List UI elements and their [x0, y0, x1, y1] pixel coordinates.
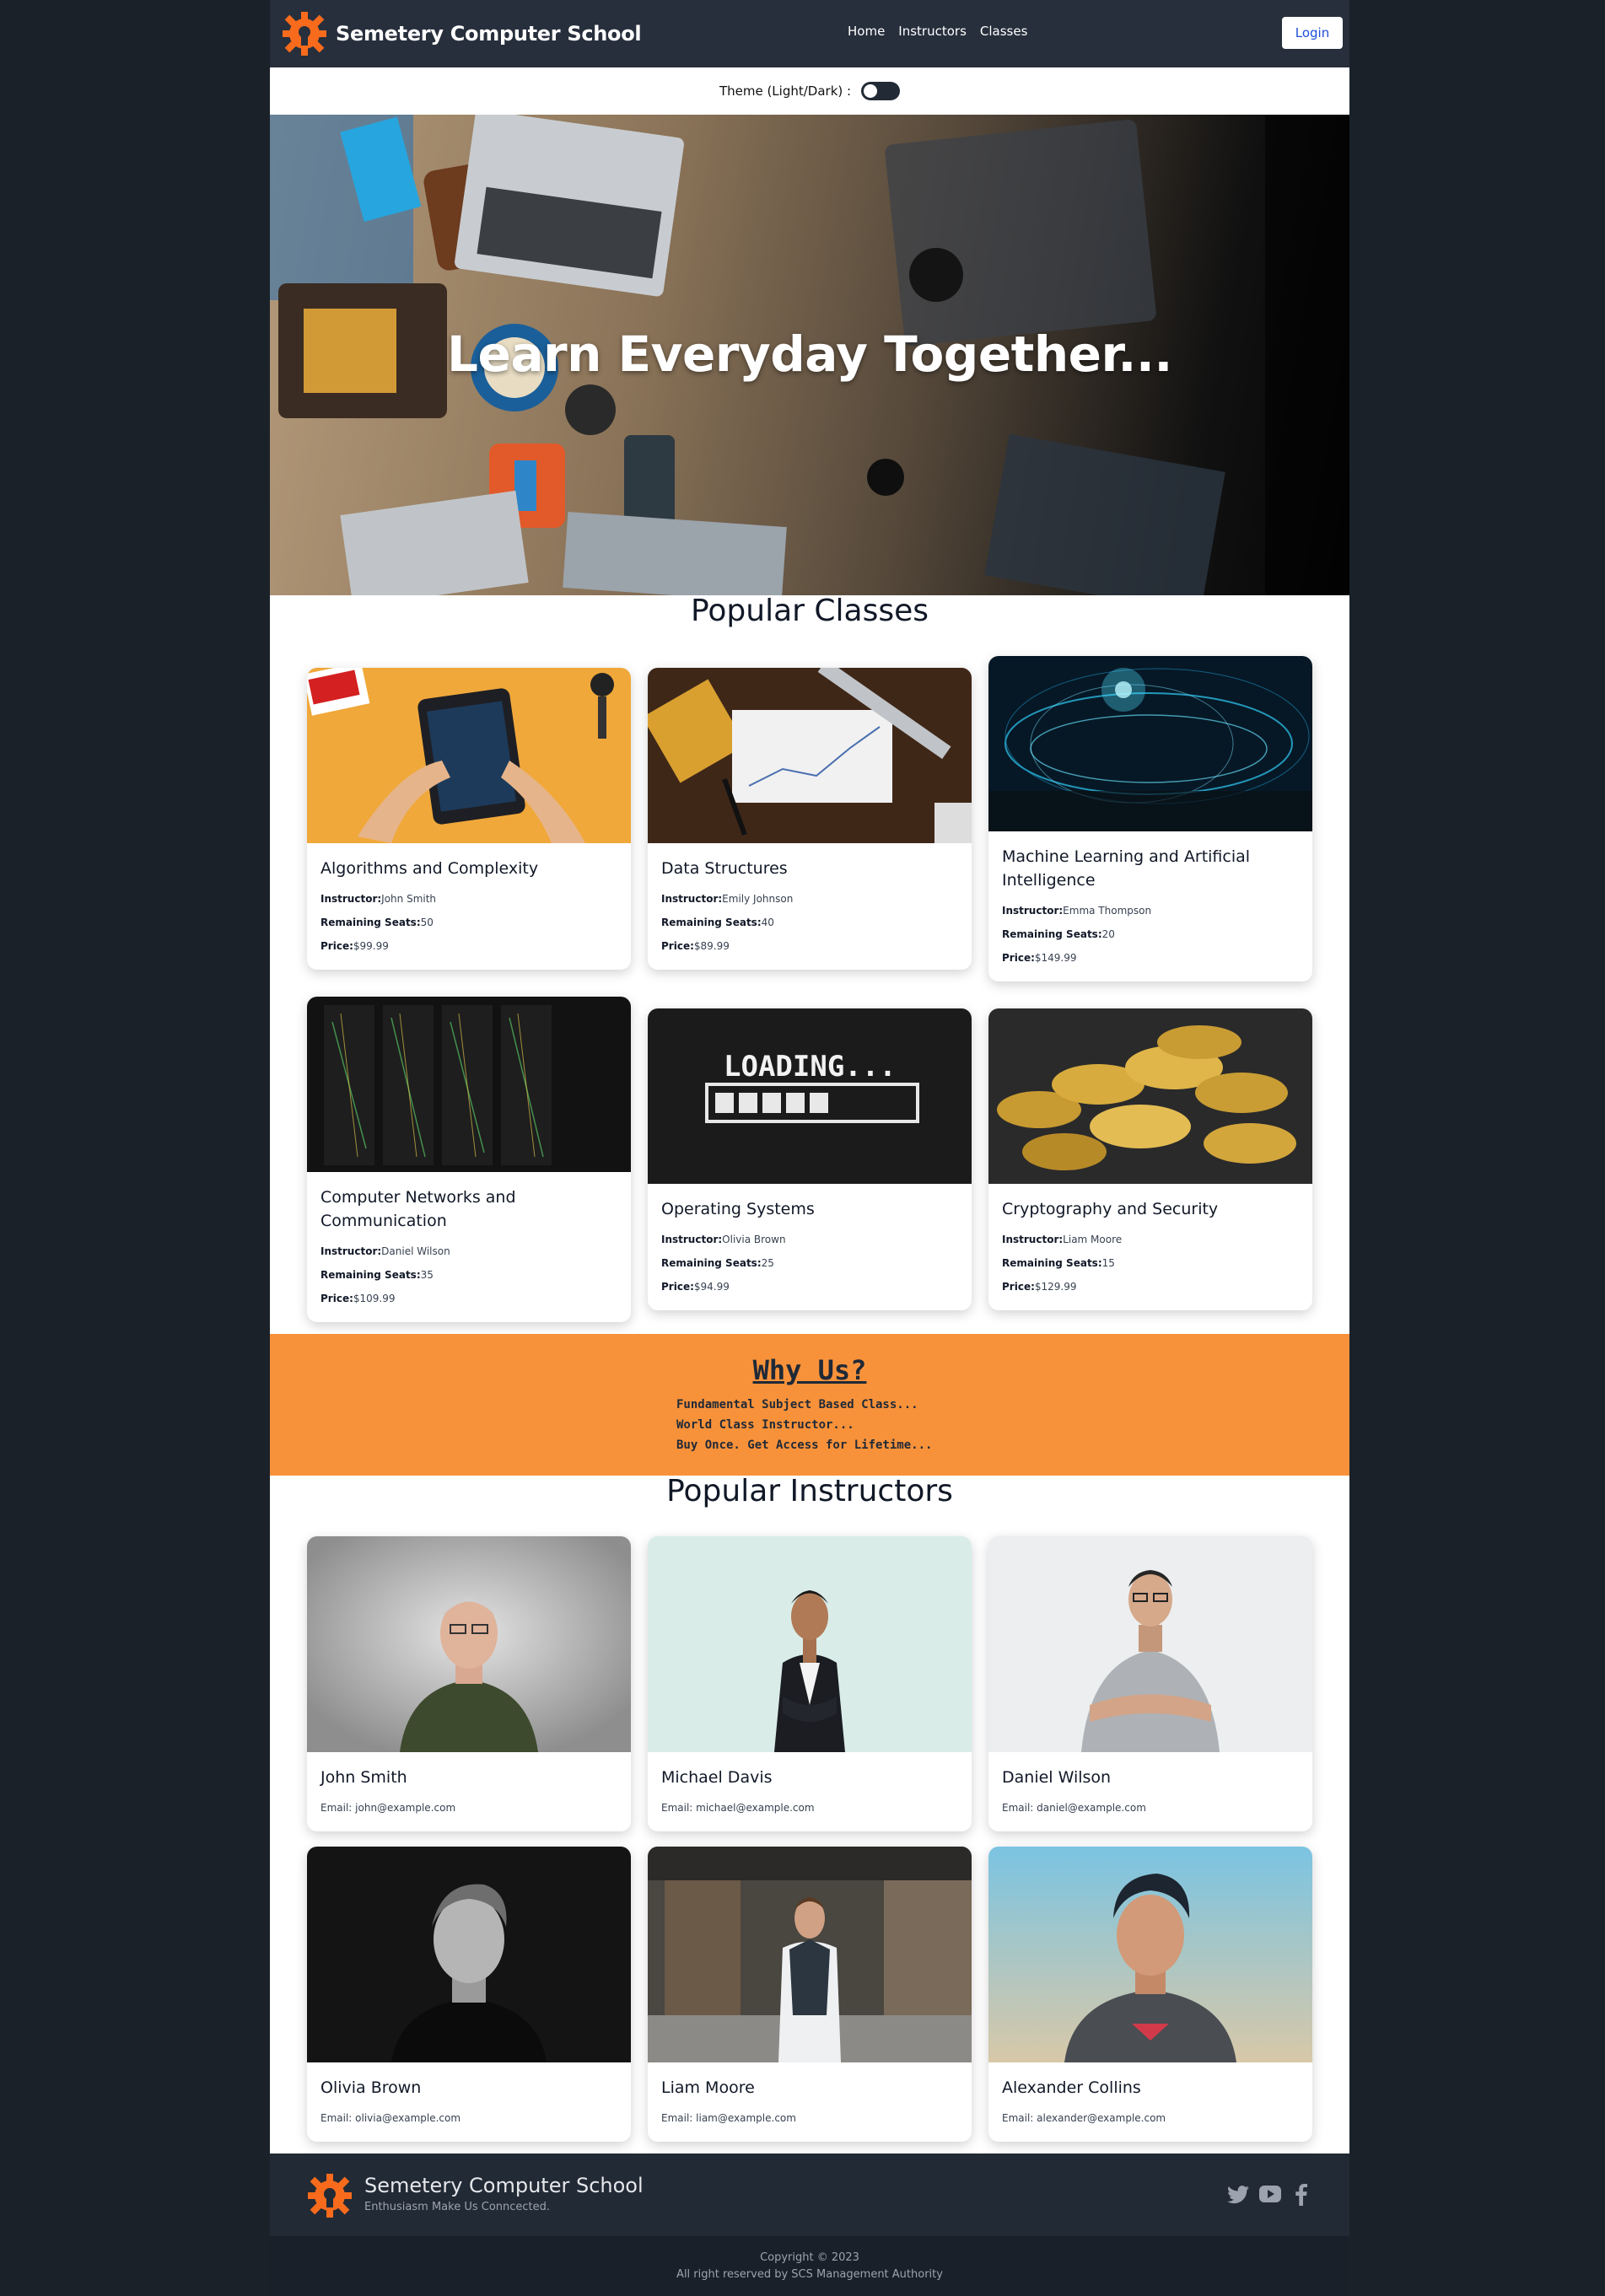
class-price: Price:$129.99 — [1002, 1281, 1077, 1293]
class-title: Computer Networks and Communication — [320, 1188, 516, 1230]
hero-title: Learn Everyday Together... — [447, 325, 1172, 383]
class-image — [307, 668, 631, 843]
class-instructor: Instructor:Liam Moore — [1002, 1234, 1123, 1245]
class-title: Data Structures — [661, 859, 788, 878]
footer-brand-name: Semetery Computer School — [364, 2174, 644, 2197]
class-seats: Remaining Seats:15 — [1002, 1257, 1115, 1269]
instructor-email: Email: john@example.com — [320, 1802, 456, 1814]
why-us-point: Buy Once. Get Access for Lifetime... — [676, 1438, 933, 1452]
class-price: Price:$89.99 — [661, 940, 730, 952]
class-price: Price:$109.99 — [320, 1293, 396, 1304]
why-us-point: Fundamental Subject Based Class... — [676, 1398, 918, 1411]
instructor-card[interactable]: Olivia Brown Email: olivia@example.com — [307, 1847, 631, 2142]
instructor-email: Email: alexander@example.com — [1002, 2112, 1166, 2124]
popular-classes-title: Popular Classes — [690, 594, 929, 628]
class-image — [988, 1008, 1312, 1184]
class-seats: Remaining Seats:35 — [320, 1269, 434, 1281]
class-seats: Remaining Seats:50 — [320, 917, 434, 928]
class-title: Cryptography and Security — [1002, 1200, 1219, 1218]
class-image: LOADING... — [648, 1008, 972, 1184]
class-image — [988, 656, 1312, 831]
class-card[interactable]: Data Structures Instructor:Emily Johnson… — [648, 668, 972, 970]
why-us-list: Fundamental Subject Based Class... World… — [676, 1395, 932, 1455]
facebook-icon[interactable] — [1295, 2184, 1307, 2206]
instructor-name: Liam Moore — [661, 2078, 755, 2097]
class-card[interactable]: Machine Learning and Artificial Intellig… — [988, 656, 1312, 981]
instructor-photo — [988, 1536, 1312, 1752]
navbar: Semetery Computer School Home Instructor… — [270, 0, 1349, 67]
instructor-photo — [988, 1847, 1312, 2062]
class-title: Machine Learning and Artificial Intellig… — [1002, 847, 1251, 890]
instructor-email: Email: olivia@example.com — [320, 2112, 461, 2124]
class-card[interactable]: Algorithms and Complexity Instructor:Joh… — [307, 668, 631, 970]
instructor-name: Michael Davis — [661, 1768, 773, 1787]
class-card[interactable]: LOADING... Operating Systems Instructor:… — [648, 1008, 972, 1310]
nav-instructors-link[interactable]: Instructors — [898, 24, 967, 39]
class-price: Price:$94.99 — [661, 1281, 730, 1293]
instructor-photo — [307, 1847, 631, 2062]
instructor-card[interactable]: Michael Davis Email: michael@example.com — [648, 1536, 972, 1831]
youtube-icon[interactable] — [1259, 2186, 1281, 2202]
footer-bottom: Copyright © 2023 All right reserved by S… — [270, 2236, 1349, 2296]
copyright-text: Copyright © 2023 — [760, 2251, 859, 2264]
instructor-photo — [648, 1847, 972, 2062]
footer: Semetery Computer School Enthusiasm Make… — [270, 2154, 1349, 2236]
twitter-icon[interactable] — [1227, 2186, 1249, 2204]
footer-tagline: Enthusiasm Make Us Conncected. — [364, 2201, 551, 2213]
class-title: Algorithms and Complexity — [320, 859, 539, 878]
login-button[interactable]: Login — [1282, 17, 1343, 49]
class-title: Operating Systems — [661, 1200, 815, 1218]
gear-logo-icon — [283, 12, 326, 56]
class-price: Price:$99.99 — [320, 940, 389, 952]
theme-bar: Theme (Light/Dark) : — [270, 67, 1349, 115]
page: Semetery Computer School Home Instructor… — [270, 0, 1349, 2296]
instructor-card[interactable]: Alexander Collins Email: alexander@examp… — [988, 1847, 1312, 2142]
instructor-name: John Smith — [320, 1768, 407, 1787]
popular-instructors-title: Popular Instructors — [666, 1474, 953, 1508]
instructor-card[interactable]: Daniel Wilson Email: daniel@example.com — [988, 1536, 1312, 1831]
class-seats: Remaining Seats:25 — [661, 1257, 774, 1269]
class-instructor: Instructor:Daniel Wilson — [320, 1245, 450, 1257]
class-instructor: Instructor:Emily Johnson — [661, 893, 794, 905]
nav-home-link[interactable]: Home — [848, 24, 885, 39]
hero-banner: Learn Everyday Together... — [270, 115, 1349, 595]
class-instructor: Instructor:Emma Thompson — [1002, 905, 1152, 917]
class-seats: Remaining Seats:20 — [1002, 928, 1115, 940]
instructor-email: Email: michael@example.com — [661, 1802, 815, 1814]
why-us-title: Why Us? — [752, 1354, 867, 1386]
class-instructor: Instructor:Olivia Brown — [661, 1234, 786, 1245]
instructor-card[interactable]: John Smith Email: john@example.com — [307, 1536, 631, 1831]
class-image — [307, 997, 631, 1172]
class-image — [648, 668, 972, 843]
theme-label: Theme (Light/Dark) : — [719, 83, 852, 99]
rights-text: All right reserved by SCS Management Aut… — [676, 2268, 943, 2281]
svg-text:LOADING...: LOADING... — [724, 1050, 897, 1083]
instructor-name: Olivia Brown — [320, 2078, 422, 2097]
instructor-card[interactable]: Liam Moore Email: liam@example.com — [648, 1847, 972, 2142]
instructor-email: Email: daniel@example.com — [1002, 1802, 1146, 1814]
footer-logo-icon — [308, 2174, 352, 2218]
instructor-name: Daniel Wilson — [1002, 1768, 1112, 1787]
why-us-point: World Class Instructor... — [676, 1418, 854, 1432]
brand[interactable]: Semetery Computer School — [280, 8, 642, 59]
class-instructor: Instructor:John Smith — [320, 893, 437, 905]
instructor-photo — [307, 1536, 631, 1752]
brand-name: Semetery Computer School — [336, 22, 642, 46]
nav-links: Home Instructors Classes — [848, 24, 1027, 39]
class-card[interactable]: Computer Networks and Communication Inst… — [307, 997, 631, 1322]
theme-toggle[interactable] — [861, 82, 901, 100]
instructor-email: Email: liam@example.com — [661, 2112, 796, 2124]
class-price: Price:$149.99 — [1002, 952, 1077, 964]
instructor-photo — [648, 1536, 972, 1752]
nav-classes-link[interactable]: Classes — [980, 24, 1028, 39]
class-card[interactable]: Cryptography and Security Instructor:Lia… — [988, 1008, 1312, 1310]
instructor-name: Alexander Collins — [1002, 2078, 1141, 2097]
class-seats: Remaining Seats:40 — [661, 917, 774, 928]
why-us-section: Why Us? Fundamental Subject Based Class.… — [270, 1334, 1349, 1476]
